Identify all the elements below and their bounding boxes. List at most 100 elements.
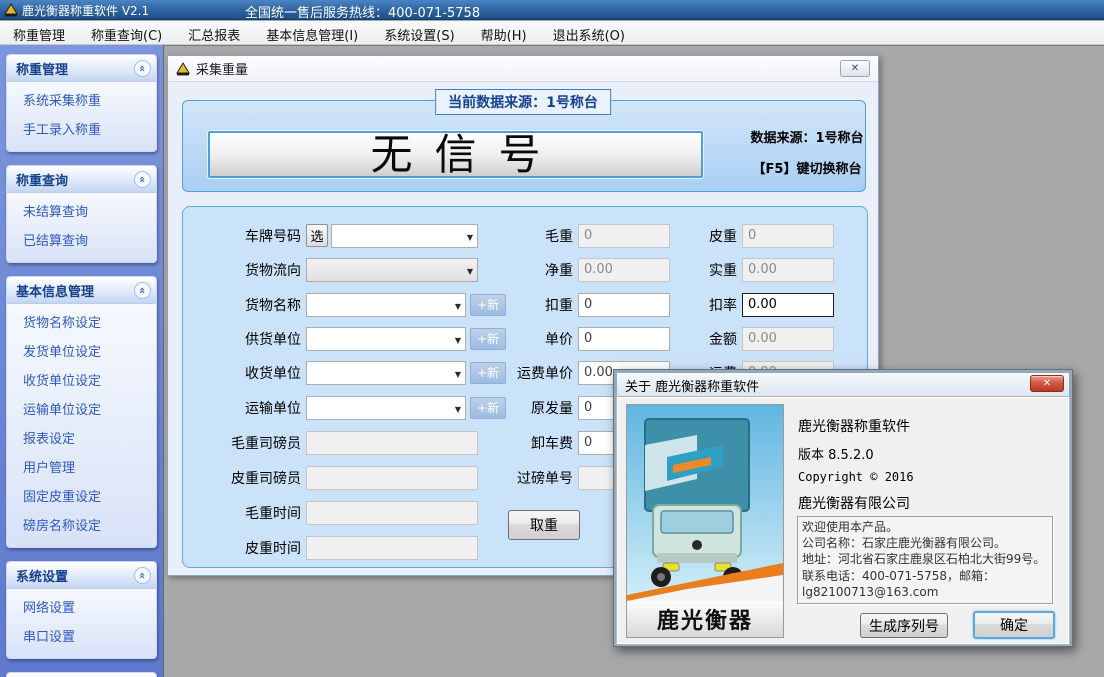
sidebar-item-report-setup[interactable]: 报表设定 [7, 423, 156, 452]
section-header-weigh-manage[interactable]: 称重管理 « [7, 55, 156, 82]
menu-basic-info[interactable]: 基本信息管理(I) [253, 21, 371, 44]
capture-window-titlebar[interactable]: 采集重量 ✕ [168, 56, 878, 82]
gross-time-field [306, 501, 478, 525]
menu-system-settings[interactable]: 系统设置(S) [371, 21, 467, 44]
scale-icon [4, 3, 18, 17]
current-source-banner: 当前数据来源：1号称台 [435, 89, 611, 115]
tare-weight-label: 皮重 [643, 226, 737, 246]
menu-weigh-manage[interactable]: 称重管理 [0, 21, 78, 44]
menubar: 称重管理 称重查询(C) 汇总报表 基本信息管理(I) 系统设置(S) 帮助(H… [0, 21, 1104, 45]
collapse-icon[interactable]: « [134, 282, 151, 299]
sidebar-item-goods-name-setup[interactable]: 货物名称设定 [7, 307, 156, 336]
receiver-label: 收货单位 [197, 363, 301, 383]
generate-serial-button[interactable]: 生成序列号 [860, 613, 948, 638]
sidebar-item-unsettled-query[interactable]: 未结算查询 [7, 196, 156, 225]
gross-time-label: 毛重时间 [197, 503, 301, 523]
collapse-icon[interactable]: « [134, 60, 151, 77]
truck-image-caption: 鹿光衡器 [627, 601, 783, 637]
menu-exit[interactable]: 退出系统(O) [540, 21, 638, 44]
amount-label: 金额 [643, 329, 737, 349]
sidebar-item-settled-query[interactable]: 已结算查询 [7, 225, 156, 254]
product-name: 鹿光衡器称重软件 [798, 416, 910, 436]
actual-weight-field: 0.00 [742, 258, 834, 282]
section-body: 系统采集称重 手工录入称重 [7, 82, 156, 151]
section-body: 网络设置 串口设置 [7, 589, 156, 658]
mdi-workspace: 采集重量 ✕ 当前数据来源：1号称台 无信号 数据来源：1号称台 【F5】键切换… [163, 45, 1104, 677]
about-dialog-body: 鹿光衡器 鹿光衡器称重软件 版本 8.5.2.0 Copyright © 201… [617, 397, 1069, 644]
ticket-number-label: 过磅单号 [433, 468, 573, 488]
original-qty-label: 原发量 [433, 398, 573, 418]
source-line: 数据来源：1号称台 [739, 127, 875, 146]
sidebar-section-summary-report: 汇总报表 « 进厂日报 出厂日报 [6, 672, 157, 677]
company-info-box: 欢迎使用本产品。 公司名称：石家庄鹿光衡器有限公司。 地址：河北省石家庄鹿泉区石… [797, 516, 1053, 604]
plate-number-label: 车牌号码 [197, 226, 301, 246]
menu-summary-report[interactable]: 汇总报表 [175, 21, 253, 44]
close-icon[interactable]: ✕ [840, 60, 870, 77]
window-titlebar[interactable]: 鹿光衡器称重软件 V2.1 全国统一售后服务热线：400-071-5758 [0, 0, 1104, 20]
sidebar-item-serial-settings[interactable]: 串口设置 [7, 621, 156, 650]
weight-display-text: 无信号 [348, 134, 562, 176]
supplier-label: 供货单位 [197, 329, 301, 349]
collapse-icon[interactable]: « [134, 171, 151, 188]
sidebar-item-receiver-setup[interactable]: 收货单位设定 [7, 365, 156, 394]
menu-weigh-query[interactable]: 称重查询(C) [78, 21, 175, 44]
deduct-rate-input[interactable]: 0.00 [742, 293, 834, 317]
sidebar-item-network-settings[interactable]: 网络设置 [7, 592, 156, 621]
section-body: 未结算查询 已结算查询 [7, 193, 156, 262]
tare-weight-field: 0 [742, 224, 834, 248]
net-weight-label: 净重 [433, 260, 573, 280]
ok-button[interactable]: 确定 [973, 611, 1055, 639]
tare-time-label: 皮重时间 [197, 538, 301, 558]
content-area: 称重管理 « 系统采集称重 手工录入称重 称重查询 « 未结算查询 已结算查询 [0, 45, 1104, 677]
section-header-basic-info[interactable]: 基本信息管理 « [7, 277, 156, 304]
sidebar-item-transport-setup[interactable]: 运输单位设定 [7, 394, 156, 423]
close-icon[interactable]: ✕ [1030, 375, 1064, 392]
unload-fee-label: 卸车费 [433, 433, 573, 453]
section-header-system-settings[interactable]: 系统设置 « [7, 562, 156, 589]
section-header-weigh-query[interactable]: 称重查询 « [7, 166, 156, 193]
actual-weight-label: 实重 [643, 260, 737, 280]
sidebar-item-fixed-tare-setup[interactable]: 固定皮重设定 [7, 481, 156, 510]
section-title: 称重查询 [16, 170, 68, 189]
section-title: 基本信息管理 [16, 281, 94, 300]
gross-operator-label: 毛重司磅员 [197, 433, 301, 453]
menu-help[interactable]: 帮助(H) [468, 21, 540, 44]
section-title: 称重管理 [16, 59, 68, 78]
goods-flow-label: 货物流向 [197, 260, 301, 280]
version-text: 版本 8.5.2.0 [798, 444, 874, 463]
sidebar-section-basic-info: 基本信息管理 « 货物名称设定 发货单位设定 收货单位设定 运输单位设定 报表设… [6, 276, 157, 548]
amount-field: 0.00 [742, 327, 834, 351]
sidebar-item-scale-house-setup[interactable]: 磅房名称设定 [7, 510, 156, 539]
goods-name-label: 货物名称 [197, 295, 301, 315]
deduct-rate-label: 扣率 [643, 295, 737, 315]
transporter-label: 运输单位 [197, 398, 301, 418]
truck-illustration [627, 405, 783, 601]
pick-plate-button[interactable]: 选 [306, 224, 328, 247]
app-title: 鹿光衡器称重软件 V2.1 [22, 2, 149, 19]
about-dialog-title: 关于 鹿光衡器称重软件 [625, 376, 759, 395]
sidebar: 称重管理 « 系统采集称重 手工录入称重 称重查询 « 未结算查询 已结算查询 [0, 45, 163, 677]
about-dialog-titlebar[interactable]: 关于 鹿光衡器称重软件 ✕ [617, 373, 1069, 397]
about-dialog: 关于 鹿光衡器称重软件 ✕ [613, 369, 1073, 647]
weight-display: 无信号 [208, 131, 703, 178]
scale-icon [176, 62, 190, 76]
collapse-icon[interactable]: « [134, 567, 151, 584]
hotline-text: 全国统一售后服务热线：400-071-5758 [245, 2, 480, 21]
deduct-weight-label: 扣重 [433, 295, 573, 315]
copyright-text: Copyright © 2016 [798, 470, 914, 484]
sidebar-item-user-manage[interactable]: 用户管理 [7, 452, 156, 481]
company-name: 鹿光衡器有限公司 [798, 493, 910, 513]
sidebar-section-weigh-query: 称重查询 « 未结算查询 已结算查询 [6, 165, 157, 263]
sidebar-item-manual-entry-weigh[interactable]: 手工录入称重 [7, 114, 156, 143]
sidebar-section-system-settings: 系统设置 « 网络设置 串口设置 [6, 561, 157, 659]
tare-time-field [306, 536, 478, 560]
unit-price-label: 单价 [433, 329, 573, 349]
take-weight-button[interactable]: 取重 [508, 510, 580, 540]
section-body: 货物名称设定 发货单位设定 收货单位设定 运输单位设定 报表设定 用户管理 固定… [7, 304, 156, 547]
freight-price-label: 运费单价 [433, 363, 573, 383]
section-header-summary-report[interactable]: 汇总报表 « [7, 673, 156, 677]
sidebar-item-system-capture-weigh[interactable]: 系统采集称重 [7, 85, 156, 114]
truck-image: 鹿光衡器 [626, 404, 784, 638]
desktop-screen: 鹿光衡器称重软件 V2.1 全国统一售后服务热线：400-071-5758 称重… [0, 0, 1104, 677]
sidebar-item-shipper-setup[interactable]: 发货单位设定 [7, 336, 156, 365]
